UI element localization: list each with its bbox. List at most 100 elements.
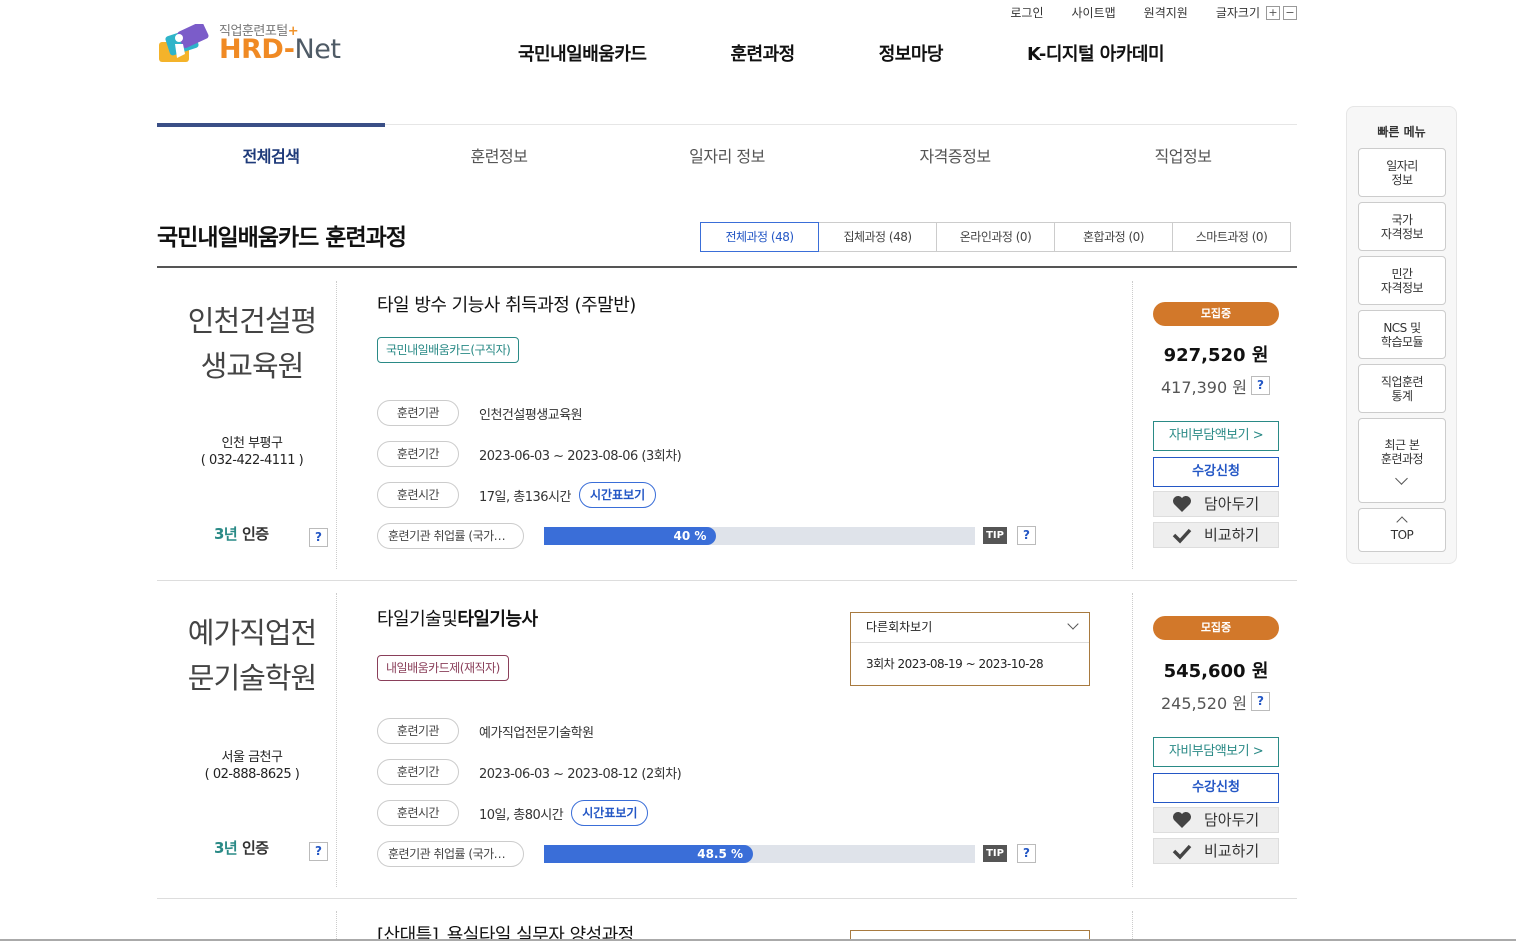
tip-badge[interactable]: TIP: [983, 845, 1007, 862]
self-pay-button[interactable]: 자비부담액보기 >: [1153, 421, 1279, 451]
remote-support-link[interactable]: 원격지원: [1144, 4, 1188, 21]
logo-wordmark: HRD-Net: [219, 34, 341, 65]
quick-training-stats[interactable]: 직업훈련 통계: [1358, 364, 1446, 413]
gnb-training-course[interactable]: 훈련과정: [730, 40, 795, 66]
hrd-net-logo[interactable]: 직업훈련포털+ HRD-Net: [157, 20, 357, 70]
title-divider: [157, 266, 1297, 268]
save-button[interactable]: 담아두기: [1153, 807, 1279, 833]
page-title: 국민내일배움카드 훈련과정: [157, 225, 407, 251]
period-label: 훈련기간: [377, 441, 459, 467]
other-round-option[interactable]: 3회차 2023-08-19 ~ 2023-10-28: [851, 643, 1089, 672]
location-text: 인천 부평구: [221, 436, 283, 451]
tab-occupation-info[interactable]: 직업정보: [1069, 125, 1297, 180]
compare-button[interactable]: 비교하기: [1153, 838, 1279, 864]
other-rounds-header[interactable]: 다른회차보기: [851, 613, 1089, 643]
quick-item-label: 국가: [1391, 212, 1413, 227]
period-value: 2023-06-03 ~ 2023-08-06 (3회차): [479, 448, 682, 464]
cert-year: 3년: [214, 525, 238, 543]
tab-all-search[interactable]: 전체검색: [157, 123, 385, 180]
course-title[interactable]: 타일기술및타일기능사: [377, 605, 538, 631]
institution-name-line: 인천건설평: [187, 304, 317, 338]
employment-rate-fill: 48.5 %: [544, 845, 754, 863]
institution-name-line: 생교육원: [200, 349, 305, 383]
self-pay-button[interactable]: 자비부담액보기 >: [1153, 737, 1279, 767]
quick-ncs-module[interactable]: NCS 및 학습모듈: [1358, 310, 1446, 359]
quick-item-label: 학습모듈: [1380, 334, 1424, 349]
sitemap-link[interactable]: 사이트맵: [1071, 4, 1115, 21]
filter-smart[interactable]: 스마트과정 (0): [1172, 222, 1291, 252]
timetable-button[interactable]: 시간표보기: [578, 482, 657, 508]
top-label: TOP: [1390, 528, 1414, 542]
employment-rate-fill: 40 %: [544, 527, 717, 545]
quick-menu: 빠른 메뉴 일자리 정보 국가 자격정보 민간 자격정보 NCS 및 학습모듈 직업훈련…: [1346, 106, 1457, 564]
employment-label: 훈련기관 취업률 (국가…: [377, 523, 524, 549]
save-label: 담아두기: [1204, 495, 1260, 513]
institution-name[interactable]: 예가직업전 문기술학원: [157, 611, 347, 701]
quick-recent-courses[interactable]: 최근 본 훈련과정: [1358, 418, 1446, 503]
gnb-naeil-card[interactable]: 국민내일배움카드: [518, 40, 647, 66]
cert-help-button[interactable]: ?: [309, 842, 328, 861]
location-text: 서울 금천구: [221, 750, 283, 765]
quick-job-info[interactable]: 일자리 정보: [1358, 148, 1446, 197]
cert-text: 인증: [241, 839, 269, 857]
tab-job-info[interactable]: 일자리 정보: [613, 125, 841, 180]
hours-value: 17일, 총136시간: [479, 489, 571, 505]
timetable-button[interactable]: 시간표보기: [571, 800, 649, 826]
font-decrease-button[interactable]: −: [1283, 5, 1297, 20]
quick-private-cert[interactable]: 민간 자격정보: [1358, 256, 1446, 305]
phone-text: ( 02-888-8625 ): [204, 767, 300, 782]
course-price: 545,600 원: [1163, 661, 1269, 682]
employment-help-button[interactable]: ?: [1017, 844, 1036, 863]
filter-classroom[interactable]: 집체과정 (48): [818, 222, 937, 252]
quick-item-label: 직업훈련: [1380, 374, 1424, 389]
font-increase-button[interactable]: +: [1266, 5, 1280, 20]
course-tag: 국민내일배움카드(구직자): [377, 337, 520, 363]
period-row: 훈련기간 2023-06-03 ~ 2023-08-12 (2회차): [377, 759, 682, 785]
tip-badge[interactable]: TIP: [983, 527, 1007, 544]
login-link[interactable]: 로그인: [1010, 4, 1043, 21]
gnb-info[interactable]: 정보마당: [879, 40, 944, 66]
apply-button[interactable]: 수강신청: [1153, 457, 1279, 487]
save-button[interactable]: 담아두기: [1153, 491, 1279, 517]
course-card: 예가직업전 문기술학원 서울 금천구 ( 02-888-8625 ) 3년 인증…: [157, 581, 1297, 899]
course-title-highlight: 타일기능사: [457, 609, 538, 630]
top-button[interactable]: TOP: [1358, 508, 1446, 552]
institution-value: 예가직업전문기술학원: [479, 725, 594, 741]
quick-item-label: 훈련과정: [1380, 452, 1424, 466]
institution-name[interactable]: 인천건설평 생교육원: [157, 299, 347, 389]
chevron-down-icon: [1395, 472, 1409, 485]
compare-label: 비교하기: [1204, 842, 1260, 860]
hours-row: 훈련시간 17일, 총136시간 시간표보기: [377, 482, 657, 508]
save-label: 담아두기: [1204, 811, 1260, 829]
cert-text: 인증: [241, 525, 269, 543]
tab-training-info[interactable]: 훈련정보: [385, 125, 613, 180]
certification-badge: 3년 인증: [214, 837, 269, 858]
filter-all[interactable]: 전체과정 (48): [700, 222, 819, 252]
phone-text: ( 032-422-4111 ): [200, 453, 304, 468]
self-pay-price: 245,520 원: [1161, 694, 1247, 713]
column-divider: [336, 911, 337, 941]
institution-location: 인천 부평구 ( 032-422-4111 ): [157, 435, 347, 469]
gnb-k-digital[interactable]: K-디지털 아카데미: [1027, 40, 1165, 66]
check-icon: [1172, 844, 1192, 860]
institution-name-line: 예가직업전: [187, 616, 317, 650]
course-title[interactable]: 타일 방수 기능사 취득과정 (주말반): [377, 291, 636, 317]
filter-online[interactable]: 온라인과정 (0): [936, 222, 1055, 252]
global-nav: 국민내일배움카드 훈련과정 정보마당 K-디지털 아카데미: [518, 40, 1248, 66]
compare-button[interactable]: 비교하기: [1153, 522, 1279, 548]
filter-blended[interactable]: 혼합과정 (0): [1054, 222, 1173, 252]
compare-label: 비교하기: [1204, 526, 1260, 544]
cert-help-button[interactable]: ?: [309, 528, 328, 547]
price-help-button[interactable]: ?: [1251, 376, 1270, 395]
font-size-control: 글자크기 + −: [1216, 4, 1297, 21]
course-price: 927,520 원: [1163, 345, 1269, 366]
employment-help-button[interactable]: ?: [1017, 526, 1036, 545]
quick-national-cert[interactable]: 국가 자격정보: [1358, 202, 1446, 251]
other-rounds-select[interactable]: 다른회차보기 3회차 2023-08-19 ~ 2023-10-28: [850, 612, 1090, 686]
logo-mark-icon: [159, 24, 209, 62]
price-help-button[interactable]: ?: [1251, 692, 1270, 711]
apply-button[interactable]: 수강신청: [1153, 773, 1279, 803]
tab-certificate-info[interactable]: 자격증정보: [841, 125, 1069, 180]
course-title[interactable]: [산대특]_욕실타일 실무자 양성과정: [377, 921, 634, 941]
employment-row: 훈련기관 취업률 (국가… 40 % TIP ?: [377, 523, 1077, 549]
